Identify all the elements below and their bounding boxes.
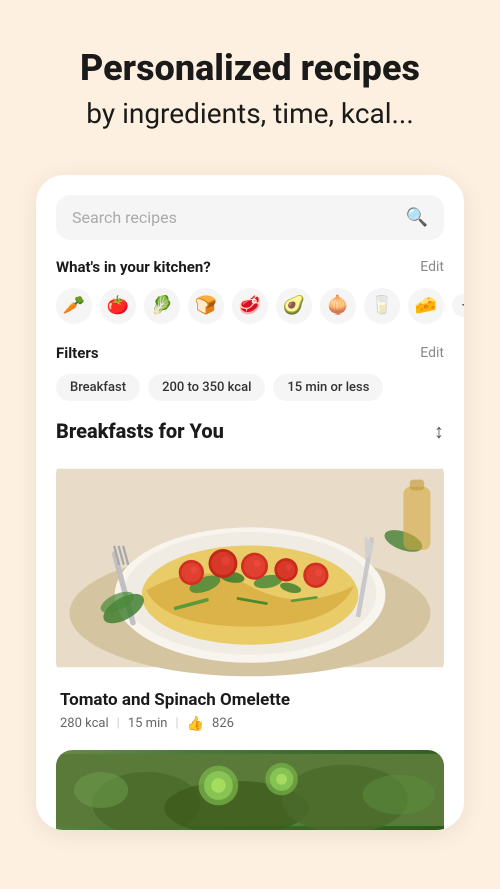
- filters-section: Filters Edit Breakfast 200 to 350 kcal 1…: [56, 344, 444, 401]
- search-placeholder: Search recipes: [72, 208, 406, 227]
- search-icon: 🔍: [406, 207, 428, 228]
- ingredient-milk[interactable]: 🥛: [364, 288, 400, 324]
- recipe-time: 15 min: [128, 716, 168, 731]
- sort-icon[interactable]: ↕: [434, 419, 444, 444]
- recipe-info: Tomato and Spinach Omelette 280 kcal | 1…: [56, 678, 444, 736]
- hero-subtitle: by ingredients, time, kcal...: [30, 97, 470, 131]
- ingredients-row: 🥕 🍅 🥬 🍞 🥩 🥑 🧅 🥛 🧀 +12: [56, 288, 444, 324]
- ingredient-tomato[interactable]: 🍅: [100, 288, 136, 324]
- recipe-card-bottom[interactable]: [56, 750, 444, 830]
- recipe-kcal: 280 kcal: [60, 716, 109, 731]
- hero-title: Personalized recipes: [30, 48, 470, 89]
- filters-title: Filters: [56, 344, 99, 362]
- meta-divider-1: |: [117, 716, 120, 731]
- ingredient-onion[interactable]: 🧅: [320, 288, 356, 324]
- filters-header: Filters Edit: [56, 344, 444, 362]
- recipes-section-title: Breakfasts for You: [56, 419, 224, 443]
- meta-divider-2: |: [175, 716, 178, 731]
- kitchen-edit-button[interactable]: Edit: [420, 259, 444, 275]
- filter-kcal[interactable]: 200 to 350 kcal: [148, 374, 265, 401]
- filter-breakfast[interactable]: Breakfast: [56, 374, 140, 401]
- filter-tags: Breakfast 200 to 350 kcal 15 min or less: [56, 374, 444, 401]
- recipe-image: [56, 458, 444, 678]
- ingredient-bread[interactable]: 🍞: [188, 288, 224, 324]
- ingredients-more-badge[interactable]: +12: [452, 294, 464, 317]
- recipe-likes: 826: [212, 716, 234, 731]
- search-bar[interactable]: Search recipes 🔍: [56, 195, 444, 240]
- filters-edit-button[interactable]: Edit: [420, 345, 444, 361]
- hero-section: Personalized recipes by ingredients, tim…: [0, 0, 500, 155]
- bottom-preview-image: [56, 750, 444, 830]
- kitchen-header: What's in your kitchen? Edit: [56, 258, 444, 276]
- ingredient-cheese[interactable]: 🧀: [408, 288, 444, 324]
- recipe-meta: 280 kcal | 15 min | 👍 826: [60, 716, 440, 732]
- recipe-card-1[interactable]: Tomato and Spinach Omelette 280 kcal | 1…: [56, 458, 444, 736]
- kitchen-title: What's in your kitchen?: [56, 258, 211, 276]
- ingredient-greens[interactable]: 🥬: [144, 288, 180, 324]
- recipes-section-header: Breakfasts for You ↕: [56, 419, 444, 444]
- ingredient-avocado[interactable]: 🥑: [276, 288, 312, 324]
- likes-icon: 👍: [187, 716, 204, 732]
- ingredient-carrot[interactable]: 🥕: [56, 288, 92, 324]
- app-card: Search recipes 🔍 What's in your kitchen?…: [36, 175, 464, 830]
- ingredient-meat[interactable]: 🥩: [232, 288, 268, 324]
- filter-time[interactable]: 15 min or less: [273, 374, 383, 401]
- recipe-name: Tomato and Spinach Omelette: [60, 690, 440, 710]
